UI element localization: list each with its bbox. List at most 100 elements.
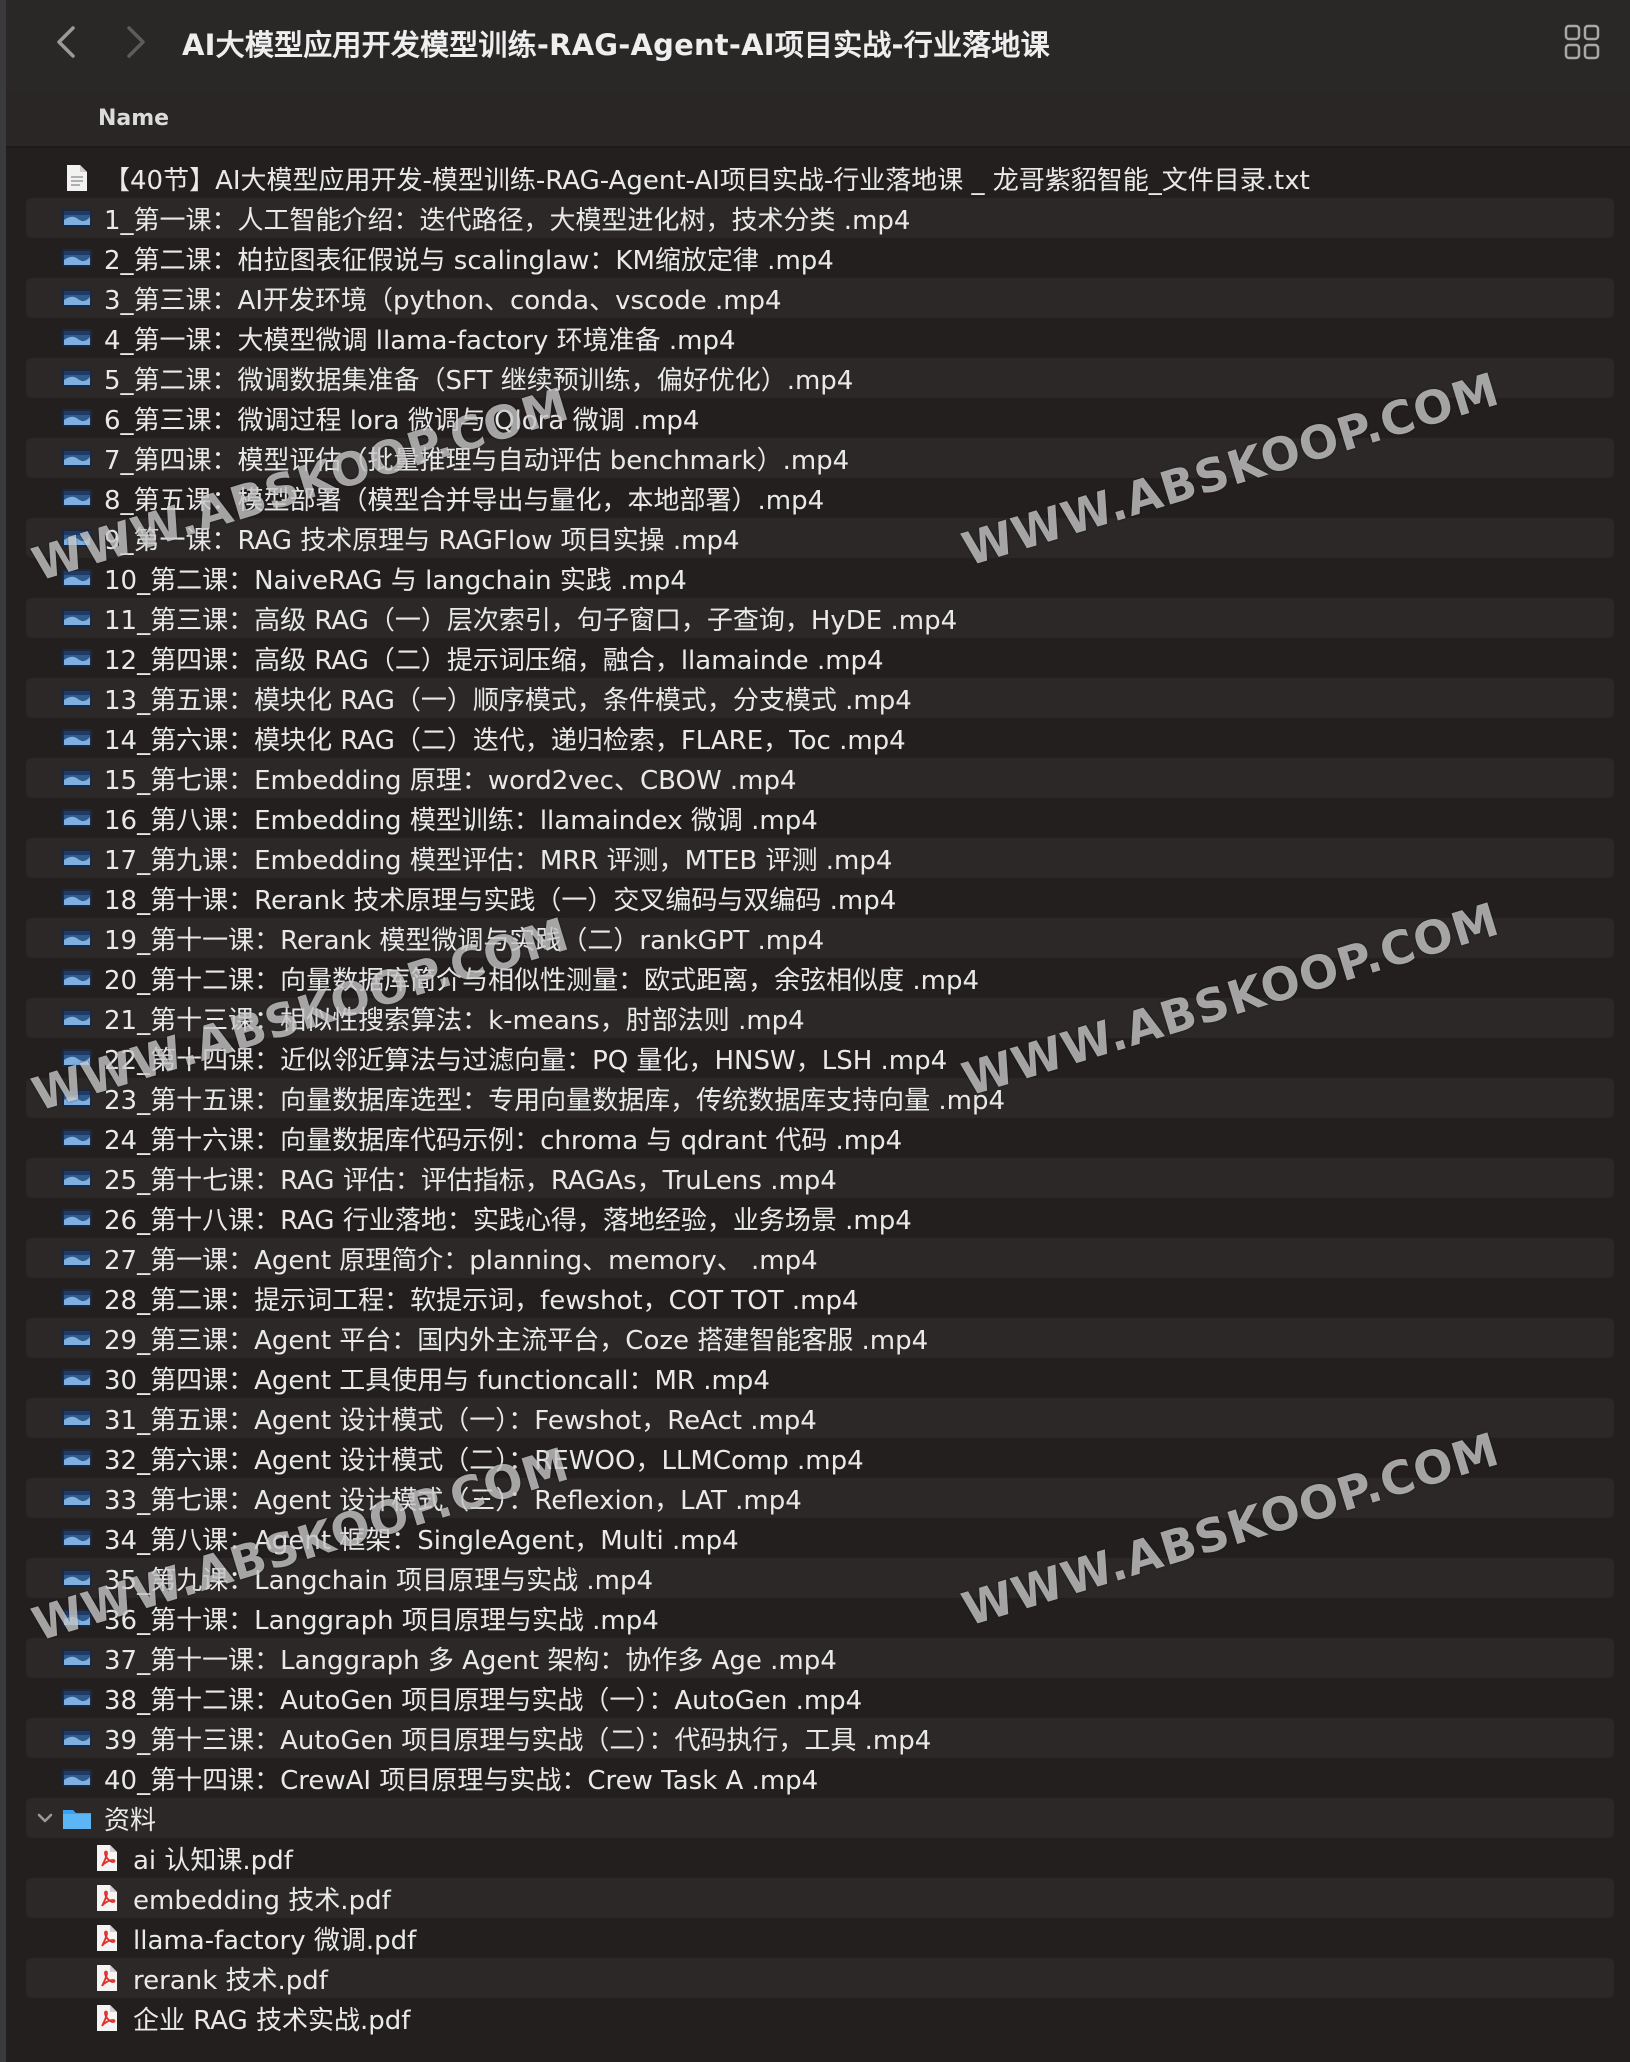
file-row-video[interactable]: 2_第二课：柏拉图表征假说与 scalinglaw：KM缩放定律 .mp4	[26, 238, 1614, 278]
back-button[interactable]	[46, 20, 86, 64]
file-row-video[interactable]: 22_第十四课：近似邻近算法与过滤向量：PQ 量化，HNSW，LSH .mp4	[26, 1038, 1614, 1078]
file-row-video[interactable]: 4_第一课：大模型微调 llama-factory 环境准备 .mp4	[26, 318, 1614, 358]
file-row-video[interactable]: 36_第十课：Langgraph 项目原理与实战 .mp4	[26, 1598, 1614, 1638]
file-name: 20_第十二课：向量数据库简介与相似性测量：欧式距离，余弦相似度 .mp4	[104, 965, 979, 996]
video-thumbnail-icon	[62, 1604, 92, 1632]
file-name: 13_第五课：模块化 RAG（一）顺序模式，条件模式，分支模式 .mp4	[104, 685, 912, 716]
file-row-video[interactable]: 31_第五课：Agent 设计模式（一）：Fewshot，ReAct .mp4	[26, 1398, 1614, 1438]
file-name: 7_第四课：模型评估（批量推理与自动评估 benchmark）.mp4	[104, 445, 850, 476]
video-thumbnail-icon	[62, 1644, 92, 1672]
file-row-pdf[interactable]: embedding 技术.pdf	[26, 1878, 1614, 1918]
video-thumbnail-icon	[62, 1524, 92, 1552]
file-row-video[interactable]: 1_第一课：人工智能介绍：迭代路径，大模型进化树，技术分类 .mp4	[26, 198, 1614, 238]
video-thumbnail-icon	[62, 804, 92, 832]
file-row-video[interactable]: 9_第一课：RAG 技术原理与 RAGFlow 项目实操 .mp4	[26, 518, 1614, 558]
file-row-video[interactable]: 26_第十八课：RAG 行业落地：实践心得，落地经验，业务场景 .mp4	[26, 1198, 1614, 1238]
file-row-video[interactable]: 32_第六课：Agent 设计模式（二）：REWOO，LLMComp .mp4	[26, 1438, 1614, 1478]
file-name: 【40节】AI大模型应用开发-模型训练-RAG-Agent-AI项目实战-行业落…	[104, 165, 1310, 196]
video-thumbnail-icon	[62, 524, 92, 552]
video-thumbnail-icon	[62, 1324, 92, 1352]
pdf-file-icon	[92, 1924, 122, 1952]
file-row-pdf[interactable]: llama-factory 微调.pdf	[26, 1918, 1614, 1958]
file-row-video[interactable]: 7_第四课：模型评估（批量推理与自动评估 benchmark）.mp4	[26, 438, 1614, 478]
pdf-file-icon	[92, 1964, 122, 1992]
file-name: 36_第十课：Langgraph 项目原理与实战 .mp4	[104, 1605, 659, 1636]
file-row-video[interactable]: 25_第十七课：RAG 评估：评估指标，RAGAs，TruLens .mp4	[26, 1158, 1614, 1198]
file-name: 29_第三课：Agent 平台：国内外主流平台，Coze 搭建智能客服 .mp4	[104, 1325, 929, 1356]
column-header: Name	[6, 92, 1630, 148]
file-row-video[interactable]: 16_第八课：Embedding 模型训练：llamaindex 微调 .mp4	[26, 798, 1614, 838]
chevron-left-icon	[57, 26, 75, 58]
video-thumbnail-icon	[62, 444, 92, 472]
video-thumbnail-icon	[62, 1044, 92, 1072]
file-name: 33_第七课：Agent 设计模式（三）：Reflexion，LAT .mp4	[104, 1485, 802, 1516]
video-thumbnail-icon	[62, 284, 92, 312]
file-name: 32_第六课：Agent 设计模式（二）：REWOO，LLMComp .mp4	[104, 1445, 864, 1476]
file-row-video[interactable]: 24_第十六课：向量数据库代码示例：chroma 与 qdrant 代码 .mp…	[26, 1118, 1614, 1158]
file-row-video[interactable]: 33_第七课：Agent 设计模式（三）：Reflexion，LAT .mp4	[26, 1478, 1614, 1518]
file-row-video[interactable]: 14_第六课：模块化 RAG（二）迭代，递归检索，FLARE，Toc .mp4	[26, 718, 1614, 758]
file-name: 27_第一课：Agent 原理简介：planning、memory、 .mp4	[104, 1245, 818, 1276]
file-name: 38_第十二课：AutoGen 项目原理与实战（一）：AutoGen .mp4	[104, 1685, 863, 1716]
file-row-video[interactable]: 21_第十三课：相似性搜索算法：k-means，肘部法则 .mp4	[26, 998, 1614, 1038]
view-options-button[interactable]	[1562, 22, 1602, 62]
file-row-video[interactable]: 27_第一课：Agent 原理简介：planning、memory、 .mp4	[26, 1238, 1614, 1278]
file-name: 4_第一课：大模型微调 llama-factory 环境准备 .mp4	[104, 325, 736, 356]
file-row-video[interactable]: 39_第十三课：AutoGen 项目原理与实战（二）：代码执行，工具 .mp4	[26, 1718, 1614, 1758]
file-row-video[interactable]: 37_第十一课：Langgraph 多 Agent 架构：协作多 Age .mp…	[26, 1638, 1614, 1678]
file-row-video[interactable]: 40_第十四课：CrewAI 项目原理与实战：Crew Task A .mp4	[26, 1758, 1614, 1798]
file-name: 19_第十一课：Rerank 模型微调与实践（二）rankGPT .mp4	[104, 925, 825, 956]
video-thumbnail-icon	[62, 724, 92, 752]
video-thumbnail-icon	[62, 1764, 92, 1792]
file-row-video[interactable]: 11_第三课：高级 RAG（一）层次索引，句子窗口，子查询，HyDE .mp4	[26, 598, 1614, 638]
file-row-video[interactable]: 18_第十课：Rerank 技术原理与实践（一）交叉编码与双编码 .mp4	[26, 878, 1614, 918]
file-row-video[interactable]: 28_第二课：提示词工程：软提示词，fewshot，COT TOT .mp4	[26, 1278, 1614, 1318]
video-thumbnail-icon	[62, 324, 92, 352]
name-column-header[interactable]: Name	[98, 106, 169, 131]
file-row-video[interactable]: 10_第二课：NaiveRAG 与 langchain 实践 .mp4	[26, 558, 1614, 598]
file-name: 24_第十六课：向量数据库代码示例：chroma 与 qdrant 代码 .mp…	[104, 1125, 903, 1156]
file-row-video[interactable]: 3_第三课：AI开发环境（python、conda、vscode .mp4	[26, 278, 1614, 318]
file-name: 28_第二课：提示词工程：软提示词，fewshot，COT TOT .mp4	[104, 1285, 859, 1316]
file-row-video[interactable]: 23_第十五课：向量数据库选型：专用向量数据库，传统数据库支持向量 .mp4	[26, 1078, 1614, 1118]
video-thumbnail-icon	[62, 1564, 92, 1592]
file-row-video[interactable]: 6_第三课：微调过程 lora 微调与 Qlora 微调 .mp4	[26, 398, 1614, 438]
file-row-video[interactable]: 12_第四课：高级 RAG（二）提示词压缩，融合，llamainde .mp4	[26, 638, 1614, 678]
video-thumbnail-icon	[62, 404, 92, 432]
file-name: rerank 技术.pdf	[133, 1965, 328, 1996]
video-thumbnail-icon	[62, 1684, 92, 1712]
file-row-pdf[interactable]: ai 认知课.pdf	[26, 1838, 1614, 1878]
file-name: 企业 RAG 技术实战.pdf	[133, 2005, 411, 2036]
file-row-pdf[interactable]: rerank 技术.pdf	[26, 1958, 1614, 1998]
video-thumbnail-icon	[62, 844, 92, 872]
forward-button[interactable]	[116, 20, 156, 64]
file-row-video[interactable]: 8_第五课：模型部署（模型合并导出与量化，本地部署）.mp4	[26, 478, 1614, 518]
grid-view-icon	[1564, 24, 1600, 60]
file-row-video[interactable]: 13_第五课：模块化 RAG（一）顺序模式，条件模式，分支模式 .mp4	[26, 678, 1614, 718]
file-row-video[interactable]: 35_第九课：Langchain 项目原理与实战 .mp4	[26, 1558, 1614, 1598]
file-name: 14_第六课：模块化 RAG（二）迭代，递归检索，FLARE，Toc .mp4	[104, 725, 906, 756]
video-thumbnail-icon	[62, 1004, 92, 1032]
file-row-video[interactable]: 5_第二课：微调数据集准备（SFT 继续预训练，偏好优化）.mp4	[26, 358, 1614, 398]
disclosure-chevron-icon[interactable]	[34, 1807, 56, 1829]
file-row-video[interactable]: 19_第十一课：Rerank 模型微调与实践（二）rankGPT .mp4	[26, 918, 1614, 958]
file-name: 10_第二课：NaiveRAG 与 langchain 实践 .mp4	[104, 565, 687, 596]
file-name: 34_第八课：Agent 框架：SingleAgent，Multi .mp4	[104, 1525, 739, 1556]
video-thumbnail-icon	[62, 684, 92, 712]
file-name: 3_第三课：AI开发环境（python、conda、vscode .mp4	[104, 285, 782, 316]
file-row-video[interactable]: 38_第十二课：AutoGen 项目原理与实战（一）：AutoGen .mp4	[26, 1678, 1614, 1718]
file-row-video[interactable]: 29_第三课：Agent 平台：国内外主流平台，Coze 搭建智能客服 .mp4	[26, 1318, 1614, 1358]
file-row-video[interactable]: 34_第八课：Agent 框架：SingleAgent，Multi .mp4	[26, 1518, 1614, 1558]
video-thumbnail-icon	[62, 484, 92, 512]
video-thumbnail-icon	[62, 604, 92, 632]
folder-row[interactable]: 资料	[26, 1798, 1614, 1838]
video-thumbnail-icon	[62, 1404, 92, 1432]
video-thumbnail-icon	[62, 1244, 92, 1272]
file-row-txt[interactable]: 【40节】AI大模型应用开发-模型训练-RAG-Agent-AI项目实战-行业落…	[26, 158, 1614, 198]
file-row-video[interactable]: 15_第七课：Embedding 原理：word2vec、CBOW .mp4	[26, 758, 1614, 798]
file-row-video[interactable]: 30_第四课：Agent 工具使用与 functioncall：MR .mp4	[26, 1358, 1614, 1398]
pdf-file-icon	[92, 2004, 122, 2032]
file-row-video[interactable]: 17_第九课：Embedding 模型评估：MRR 评测，MTEB 评测 .mp…	[26, 838, 1614, 878]
file-row-video[interactable]: 20_第十二课：向量数据库简介与相似性测量：欧式距离，余弦相似度 .mp4	[26, 958, 1614, 998]
file-row-pdf[interactable]: 企业 RAG 技术实战.pdf	[26, 1998, 1614, 2038]
